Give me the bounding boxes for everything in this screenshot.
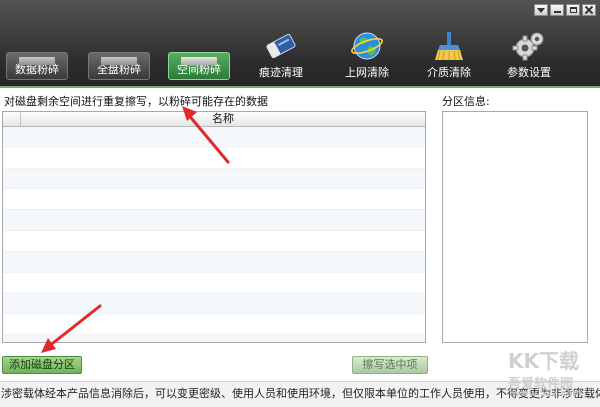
column-header-select[interactable]	[3, 112, 21, 126]
menu-icon	[537, 7, 545, 13]
watermark-line: KK下载	[508, 349, 579, 373]
minimize-icon	[553, 11, 561, 13]
globe-icon	[349, 30, 385, 62]
partition-info-label: 分区信息:	[442, 95, 490, 108]
tab-label: 上网清除	[345, 66, 389, 79]
table-header: 名称	[3, 112, 425, 127]
gears-icon	[511, 30, 547, 62]
table-body	[3, 127, 425, 342]
table-row[interactable]	[3, 231, 425, 252]
eraser-icon	[263, 30, 299, 62]
tab-free-space-shred[interactable]: 空间粉碎	[168, 52, 230, 80]
maximize-icon	[569, 7, 577, 13]
partition-info-panel	[442, 111, 588, 343]
table-row[interactable]	[3, 293, 425, 315]
table-row[interactable]	[3, 189, 425, 211]
add-partition-button[interactable]: 添加磁盘分区	[2, 356, 82, 374]
table-row[interactable]	[3, 273, 425, 294]
table-row[interactable]	[3, 334, 425, 342]
column-header-name[interactable]: 名称	[21, 112, 425, 126]
tab-internet-cleanup[interactable]: 上网清除	[336, 26, 398, 82]
cleaning-brush-icon	[431, 30, 467, 62]
tab-media-cleanup[interactable]: 介质清除	[418, 26, 480, 82]
drive-chip-icon	[181, 57, 217, 65]
title-bar: 数据粉碎 全盘粉碎 空间粉碎 痕迹清理 上网清除 介质清除 参数设置	[0, 0, 600, 88]
tab-full-disk-shred[interactable]: 全盘粉碎	[88, 52, 150, 80]
close-button[interactable]	[582, 4, 596, 16]
table-row[interactable]	[3, 314, 425, 335]
table-row[interactable]	[3, 168, 425, 190]
tab-settings[interactable]: 参数设置	[498, 26, 560, 82]
table-row[interactable]	[3, 251, 425, 273]
tab-data-shred[interactable]: 数据粉碎	[6, 52, 68, 80]
table-row[interactable]	[3, 148, 425, 169]
minimize-button[interactable]	[550, 4, 564, 16]
tab-label: 介质清除	[427, 66, 471, 79]
close-icon	[585, 6, 593, 14]
menu-button[interactable]	[534, 4, 548, 16]
drive-chip-icon	[101, 57, 137, 65]
erase-selected-button[interactable]: 擦写选中项	[352, 356, 428, 374]
table-row[interactable]	[3, 127, 425, 148]
tab-label: 参数设置	[507, 66, 551, 79]
window-controls	[534, 4, 596, 16]
table-row[interactable]	[3, 210, 425, 231]
tab-trace-cleanup[interactable]: 痕迹清理	[250, 26, 312, 82]
tab-label: 痕迹清理	[259, 66, 303, 79]
maximize-button[interactable]	[566, 4, 580, 16]
drive-chip-icon	[19, 57, 55, 65]
disk-list-table[interactable]: 名称	[2, 111, 426, 343]
status-bar: 涉密载体经本产品信息消除后，可以变更密级、使用人员和使用环境，但仅限本单位的工作…	[0, 381, 600, 407]
function-hint: 对磁盘剩余空间进行重复擦写，以粉碎可能存在的数据	[4, 95, 268, 108]
